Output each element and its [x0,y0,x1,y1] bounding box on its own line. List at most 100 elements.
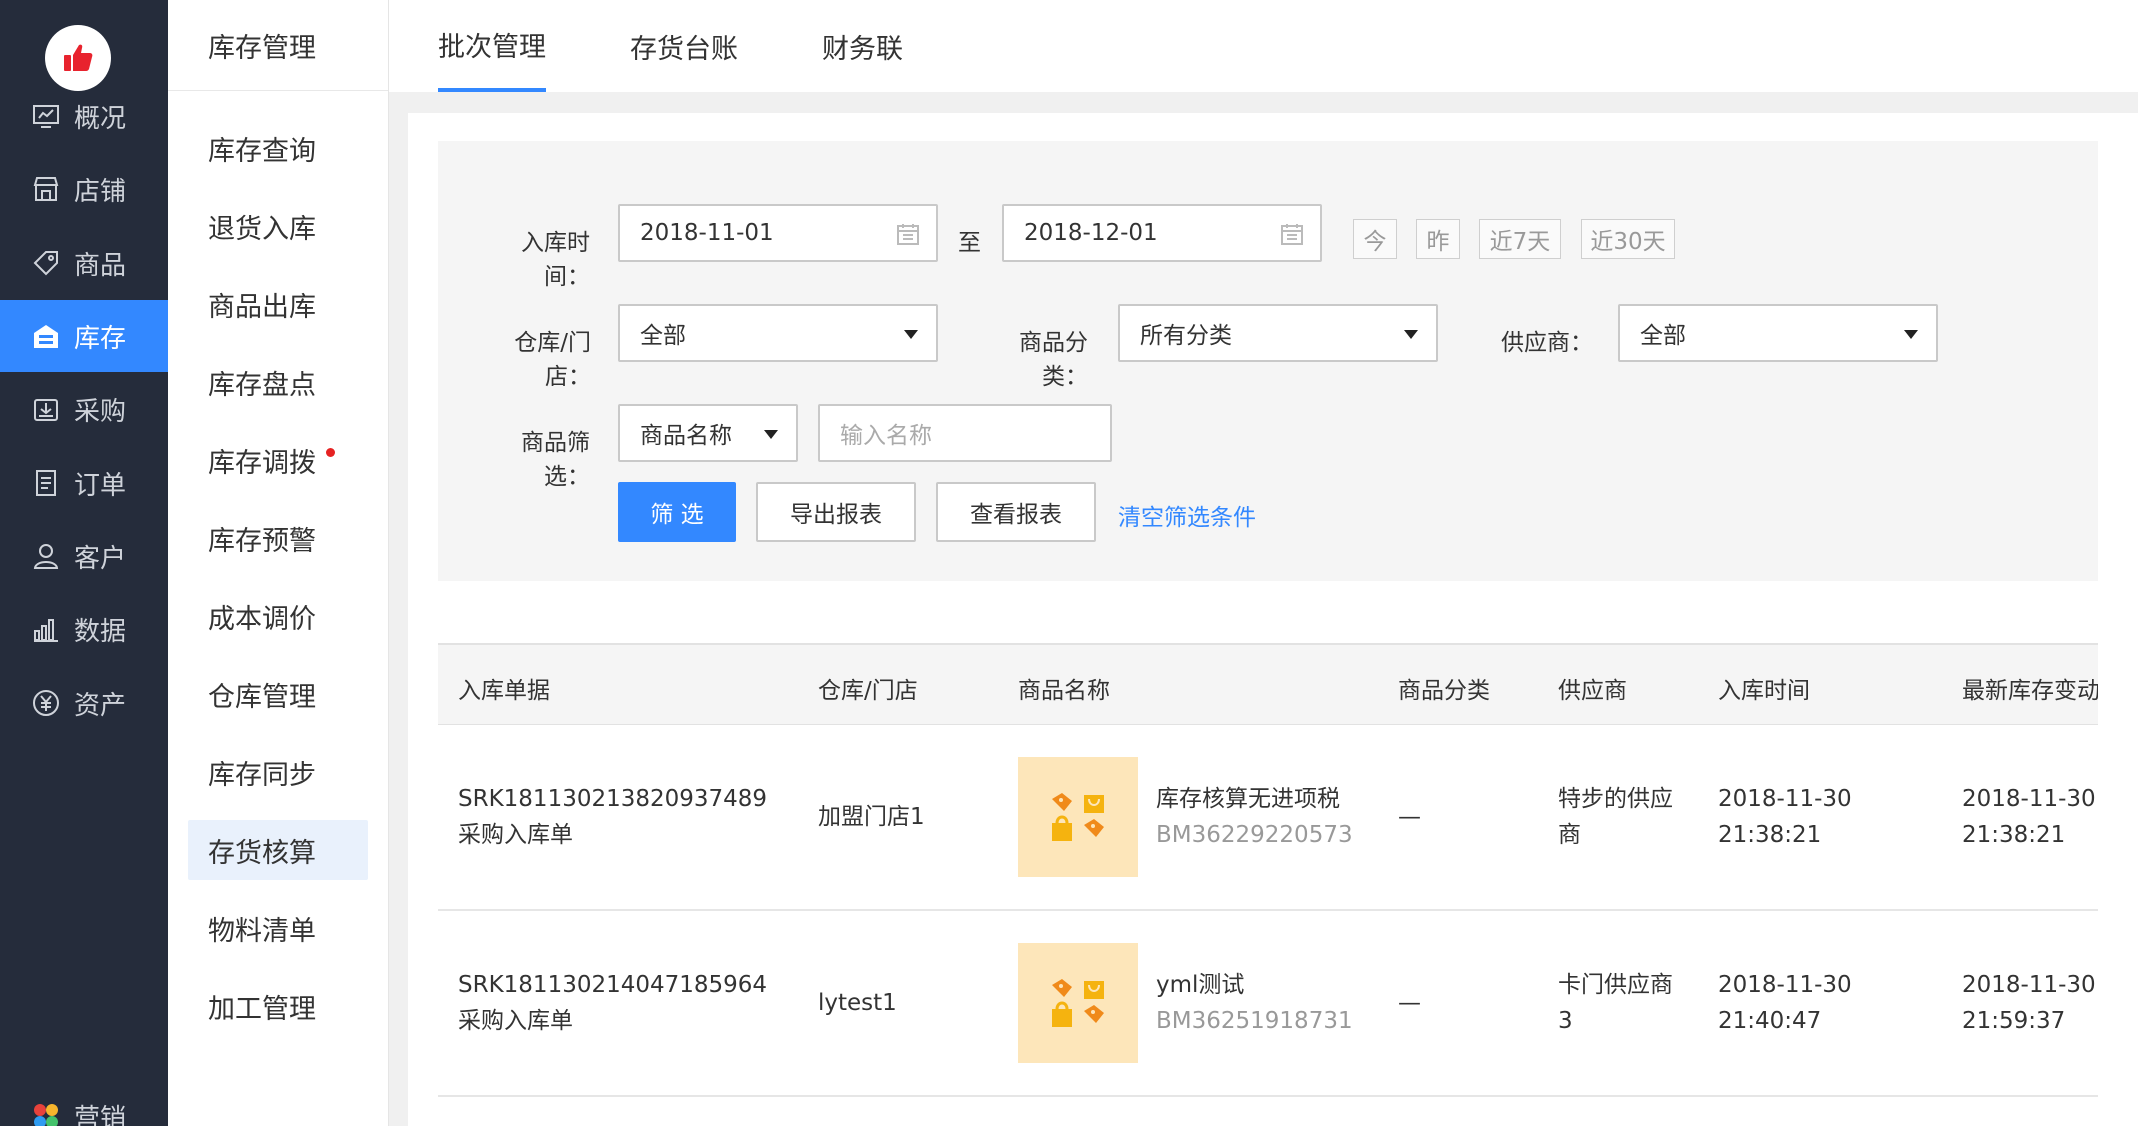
chevron-down-icon [904,330,918,339]
goods-filter-type-value: 商品名称 [640,423,732,449]
supplier-label: 供应商： [1501,330,1593,356]
tab-finance[interactable]: 财务联 [822,0,903,92]
calendar-icon [1281,224,1303,245]
main-card: 入库时间： 2018-11-01 至 2018-12-01 今 昨 近7天 近3… [408,113,2138,1126]
nav-item-goods[interactable]: 商品 [0,227,168,299]
view-report-button[interactable]: 查看报表 [936,482,1096,542]
in-time: 21:38:21 [1718,822,1822,848]
warehouse-value: 全部 [640,323,686,349]
nav-item-label: 概况 [74,103,127,134]
doc-type: 采购入库单 [458,1008,573,1034]
col-supplier[interactable]: 供应商 [1558,671,1627,705]
table-header: 入库单据 仓库/门店 商品名称 商品分类 供应商 入库时间 最新库存变动 [438,643,2098,725]
change-date: 2018-11-30 [1962,786,2096,812]
category-label: 商品分类： [1019,330,1088,390]
subnav-item-stocktake[interactable]: 库存盘点 [188,352,368,412]
nav-item-data[interactable]: 数据 [0,593,168,665]
goods-name-placeholder: 输入名称 [840,423,932,449]
nav-item-label: 客户 [74,543,127,574]
clear-filters-link[interactable]: 清空筛选条件 [1118,498,1256,532]
chevron-down-icon [764,430,778,439]
export-report-button[interactable]: 导出报表 [756,482,916,542]
col-in-time[interactable]: 入库时间 [1718,671,1810,705]
notification-dot [326,448,335,457]
nav-item-overview[interactable]: 概况 [0,80,168,152]
date-from-value: 2018-11-01 [640,220,774,246]
nav-item-marketing[interactable]: 营销 [0,1080,168,1126]
doc-no[interactable]: SRK181130214047185964 [458,967,767,1003]
doc-no[interactable]: SRK181130213820937489 [458,781,767,817]
date-from-input[interactable]: 2018-11-01 [618,204,938,262]
supplier-select[interactable]: 全部 [1618,304,1938,362]
subnav-item-warehouse[interactable]: 仓库管理 [188,664,368,724]
nav-item-customer[interactable]: 客户 [0,520,168,592]
nav-item-label: 商品 [74,250,127,281]
subnav-item-inventory-accounting[interactable]: 存货核算 [188,820,368,880]
col-store[interactable]: 仓库/门店 [818,671,918,705]
goods-name-input[interactable]: 输入名称 [818,404,1112,462]
change-time: 21:59:37 [1962,1008,2066,1034]
subnav-item-stock-query[interactable]: 库存查询 [188,118,368,178]
goods-name[interactable]: yml测试 [1156,967,1244,1003]
goods-thumbnail [1018,757,1138,877]
subnav-item-stock-sync[interactable]: 库存同步 [188,742,368,802]
goods-name[interactable]: 库存核算无进项税 [1156,781,1340,817]
col-category[interactable]: 商品分类 [1398,671,1490,705]
supplier-line2: 商 [1558,822,1581,848]
goods-code: BM36229220573 [1156,822,1353,848]
category-select[interactable]: 所有分类 [1118,304,1438,362]
quick-7days-button[interactable]: 近7天 [1479,219,1561,259]
yuan-icon [30,687,62,719]
col-doc[interactable]: 入库单据 [458,671,550,705]
nav-item-label: 资产 [74,690,127,721]
goods-filter-type-select[interactable]: 商品名称 [618,404,798,462]
nav-item-store[interactable]: 店铺 [0,153,168,225]
inventory-icon [30,320,62,352]
quick-today-button[interactable]: 今 [1353,219,1397,259]
supplier-line1: 卡门供应商 [1558,972,1673,998]
in-date: 2018-11-30 [1718,972,1852,998]
subnav-item-transfer[interactable]: 库存调拨 [188,430,368,490]
tab-ledger[interactable]: 存货台账 [630,0,738,92]
in-time: 21:40:47 [1718,1008,1822,1034]
secondary-nav: 库存管理 库存查询 退货入库 商品出库 库存盘点 库存调拨 库存预警 成本调价 … [168,0,389,1126]
warehouse-select[interactable]: 全部 [618,304,938,362]
col-latest-change[interactable]: 最新库存变动 [1962,671,2098,705]
nav-item-label: 订单 [74,470,127,501]
subnav-item-processing[interactable]: 加工管理 [188,976,368,1036]
date-to-value: 2018-12-01 [1024,220,1158,246]
quick-yesterday-button[interactable]: 昨 [1416,219,1460,259]
table-row[interactable]: SRK181130213820937489 采购入库单 加盟门店1 库存核算无进… [438,725,2098,911]
app: 概况 店铺 商品 库存 采购 订单 客户 数据 资产 营销 库存管理 库存查询 … [0,0,2138,1126]
subnav-item-stock-alert[interactable]: 库存预警 [188,508,368,568]
store-name: 加盟门店1 [818,804,925,830]
col-goods[interactable]: 商品名称 [1018,671,1110,705]
subnav-item-goods-out[interactable]: 商品出库 [188,274,368,334]
calendar-icon [897,224,919,245]
table-row[interactable]: SRK181130214047185964 采购入库单 lytest1 yml测… [438,911,2098,1097]
category-value: 所有分类 [1140,323,1232,349]
nav-item-purchase[interactable]: 采购 [0,373,168,445]
subnav-item-label: 库存调拨 [208,447,316,479]
date-to-input[interactable]: 2018-12-01 [1002,204,1322,262]
tab-batch[interactable]: 批次管理 [438,0,546,92]
quick-30days-button[interactable]: 近30天 [1581,219,1675,259]
nav-item-assets[interactable]: 资产 [0,667,168,739]
nav-item-order[interactable]: 订单 [0,447,168,519]
filter-panel: 入库时间： 2018-11-01 至 2018-12-01 今 昨 近7天 近3… [438,141,2098,581]
doc-type: 采购入库单 [458,822,573,848]
store-icon [30,173,62,205]
order-icon [30,467,62,499]
filter-button[interactable]: 筛 选 [618,482,736,542]
dashboard-icon [30,100,62,132]
goods-filter-label: 商品筛选： [521,430,590,490]
goods-code: BM36251918731 [1156,1008,1353,1034]
in-date: 2018-11-30 [1718,786,1852,812]
nav-item-inventory[interactable]: 库存 [0,300,168,372]
subnav-item-bom[interactable]: 物料清单 [188,898,368,958]
nav-item-label: 采购 [74,396,127,427]
shopping-icon [1052,979,1104,1027]
primary-nav: 概况 店铺 商品 库存 采购 订单 客户 数据 资产 营销 [0,0,168,1126]
subnav-item-return-in[interactable]: 退货入库 [188,196,368,256]
subnav-item-cost-adjust[interactable]: 成本调价 [188,586,368,646]
